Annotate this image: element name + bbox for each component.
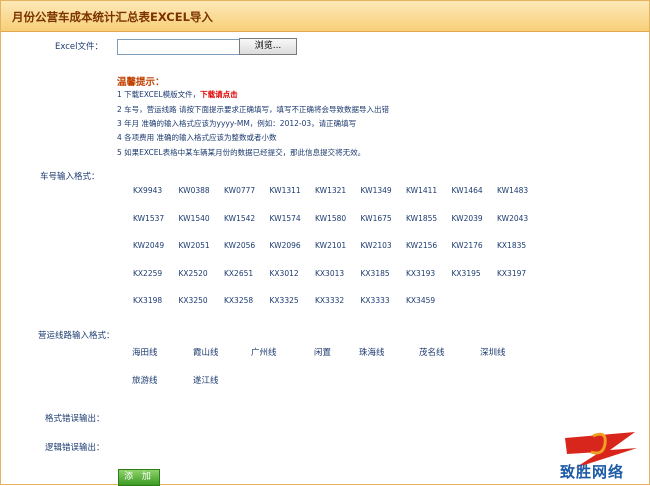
car-number-item: KX3185 [360, 268, 390, 278]
car-number-item: KW1311 [269, 186, 301, 195]
route-item: 旅游线 [132, 376, 158, 386]
page-title: 月份公营车成本统计汇总表EXCEL导入 [12, 10, 213, 24]
car-number-item: KX3250 [178, 296, 208, 305]
car-number-item: KW2101 [315, 241, 347, 250]
car-number-item: KX3197 [497, 268, 527, 278]
car-number-item: KX3333 [360, 296, 390, 305]
car-number-item: KX3193 [406, 268, 436, 278]
car-number-item: KW2051 [178, 241, 210, 250]
car-number-item: KW2156 [406, 241, 438, 250]
route-item: 茂名线 [419, 348, 445, 358]
title-bar: 月份公营车成本统计汇总表EXCEL导入 [1, 1, 649, 32]
tip-3: 3 年月 准确的输入格式应该为yyyy-MM，例如：2012-03，请正确填写 [117, 119, 357, 128]
tips-title: 温馨提示： [117, 77, 165, 88]
car-number-item: KX3198 [133, 296, 163, 305]
route-item: 深圳线 [480, 348, 506, 358]
car-number-item: KW1464 [451, 186, 483, 195]
car-number-item: KW2103 [360, 241, 392, 250]
route-item: 珠海线 [359, 348, 385, 358]
download-link[interactable]: 下载请点击 [200, 90, 238, 99]
car-number-item: KW1540 [178, 213, 210, 223]
car-number-item: KW1675 [360, 213, 392, 223]
car-number-item: KX2520 [178, 268, 208, 278]
car-number-item: KW1542 [224, 213, 256, 223]
car-number-item: KX3195 [451, 268, 481, 278]
format-error-label: 格式错误输出： [45, 414, 105, 424]
browse-button[interactable]: 浏览... [239, 38, 297, 55]
tip-5: 5 如果EXCEL表格中某车辆某月份的数据已经提交，那此信息提交将无效。 [117, 148, 366, 157]
tip-2: 2 车号，营运线路 请按下面提示要求正确填写，填写不正确将会导致数据导入出错 [117, 105, 390, 114]
car-format-label: 车号输入格式： [40, 172, 100, 182]
add-button[interactable]: 添 加 [118, 469, 160, 486]
car-number-item: KW1411 [406, 186, 438, 195]
car-number-item: KX2259 [133, 268, 163, 278]
logic-error-label: 逻辑错误输出： [45, 443, 105, 453]
car-number-item: KW1580 [315, 213, 347, 223]
car-number-item: KW2056 [224, 241, 256, 250]
car-number-item: KX3258 [224, 296, 254, 305]
route-item: 海田线 [132, 348, 158, 358]
car-number-item: KX3325 [269, 296, 299, 305]
car-number-item: KW2039 [451, 213, 483, 223]
car-number-item: KX9943 [133, 186, 163, 195]
excel-file-input[interactable] [117, 39, 241, 55]
car-number-item: KX1835 [497, 241, 527, 250]
car-number-item: KW0777 [224, 186, 256, 195]
car-number-item: KX2651 [224, 268, 254, 278]
excel-file-label: Excel文件： [55, 42, 104, 52]
car-number-item: KW2043 [497, 213, 529, 223]
car-number-item: KW1537 [133, 213, 165, 223]
tip-1: 1 下载EXCEL模版文件，下载请点击 [117, 89, 238, 100]
car-number-item: KW2176 [451, 241, 483, 250]
car-number-item: KW1574 [269, 213, 301, 223]
car-number-item: KX3459 [406, 296, 436, 305]
car-number-item: KW1321 [315, 186, 347, 195]
car-number-item: KW0388 [178, 186, 210, 195]
route-item: 霞山线 [193, 348, 219, 358]
car-number-item: KW2096 [269, 241, 301, 250]
car-number-item: KW1483 [497, 186, 529, 195]
car-number-item: KX3013 [315, 268, 345, 278]
route-item: 广州线 [251, 348, 277, 358]
car-number-item: KW1349 [360, 186, 392, 195]
route-format-label: 营运线路输入格式： [38, 331, 115, 341]
car-number-item: KX3012 [269, 268, 299, 278]
route-item: 遂江线 [193, 376, 219, 386]
route-item: 闲置 [314, 348, 332, 358]
tip-4: 4 各项费用 准确的输入格式应该为整数或者小数 [117, 133, 277, 142]
car-number-item: KW2049 [133, 241, 165, 250]
car-number-item: KX3332 [315, 296, 345, 305]
car-number-item: KW1855 [406, 213, 438, 223]
tip-1-text: 1 下载EXCEL模版文件， [117, 90, 201, 99]
logo-text: 致胜网络 [560, 463, 625, 481]
